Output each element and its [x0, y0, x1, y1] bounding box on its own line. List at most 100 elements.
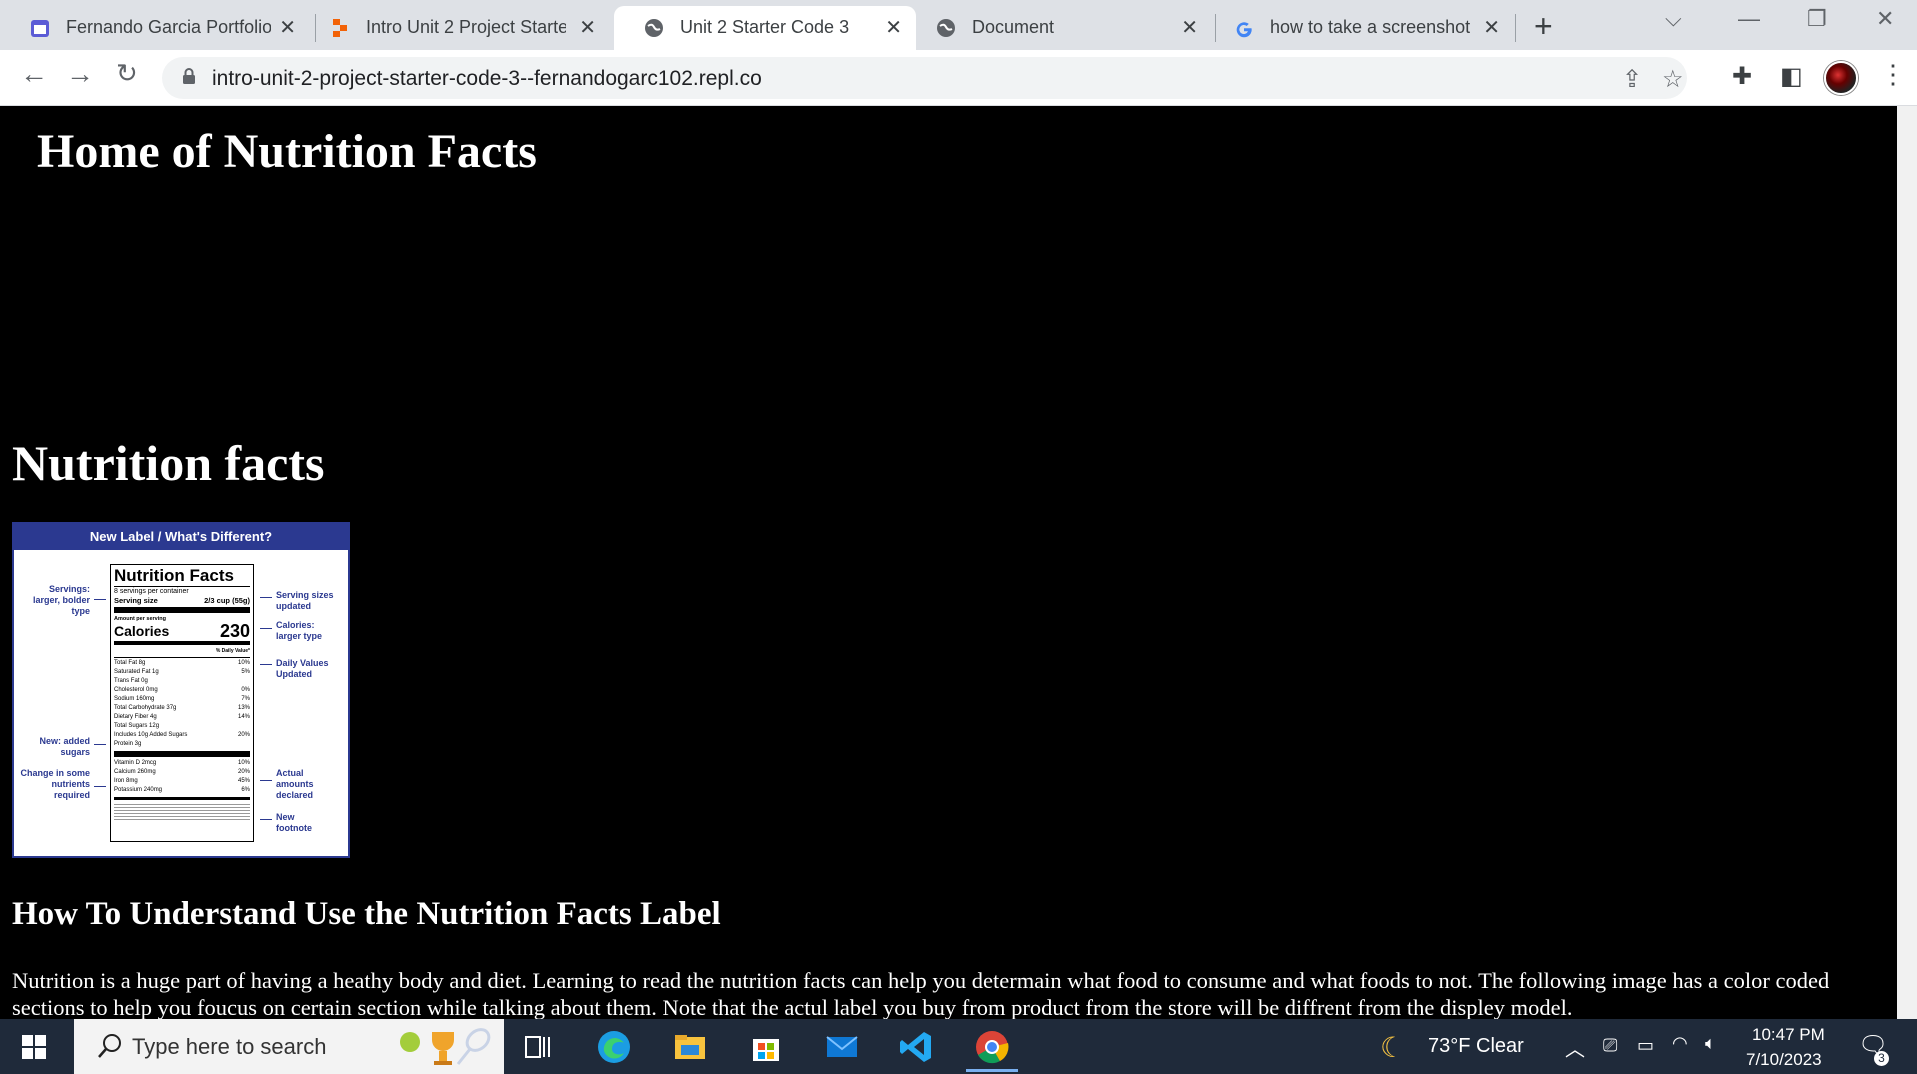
tab-separator	[1515, 14, 1516, 42]
show-hidden-icons-chevron-icon[interactable]: ︿	[1565, 1033, 1585, 1062]
minimize-button[interactable]: —	[1738, 6, 1760, 32]
close-window-button[interactable]: ✕	[1876, 6, 1894, 32]
intro-paragraph: Nutrition is a huge part of having a hea…	[12, 968, 1830, 1020]
nutrient-value: 20%	[237, 732, 250, 738]
clock-time[interactable]: 10:47 PM	[1752, 1025, 1825, 1045]
close-icon[interactable]: ✕	[579, 15, 596, 40]
nutrient-value: 20%	[237, 769, 250, 775]
nutrient-value: 10%	[237, 760, 250, 766]
back-arrow-icon[interactable]: ←	[20, 58, 48, 90]
search-placeholder: Type here to search	[132, 1034, 327, 1059]
nutrient-value: 0%	[241, 687, 250, 693]
nutrient-row: Saturated Fat 1g 5%	[114, 668, 250, 677]
nutrient-row: Dietary Fiber 4g 14%	[114, 713, 250, 722]
how-to-heading: How To Understand Use the Nutrition Fact…	[12, 896, 721, 932]
nutrient-row: Trans Fat 0g	[114, 677, 250, 686]
callout-nutrients-required: Change in some nutrients required	[20, 768, 90, 800]
extensions-puzzle-icon[interactable]: ✚	[1732, 62, 1752, 91]
volume-muted-icon[interactable]: 🔈︎	[1705, 1033, 1716, 1054]
page-scrollbar[interactable]	[1897, 106, 1917, 1019]
close-icon[interactable]: ✕	[279, 15, 296, 40]
tab-title: Intro Unit 2 Project Starter	[366, 17, 566, 37]
moon-weather-icon[interactable]: ☾	[1380, 1031, 1405, 1064]
callout-calories: Calories: larger type	[276, 620, 323, 641]
profile-avatar[interactable]	[1824, 61, 1858, 95]
callout-serving-sizes: Serving sizes updated	[276, 590, 334, 611]
new-tab-button[interactable]: +	[1534, 8, 1553, 45]
tab-title: how to take a screenshot	[1270, 17, 1470, 37]
nutrient-value: 5%	[241, 669, 250, 675]
calories-label: Calories	[114, 623, 170, 639]
tab-search-chevron-icon[interactable]: ⌵	[1665, 6, 1682, 32]
footnote-lines	[114, 802, 250, 820]
nutrient-label: Saturated Fat 1g	[114, 669, 159, 675]
nutrition-label-image: New Label / What's Different? Nutrition …	[12, 522, 350, 858]
tab-title: Unit 2 Starter Code 3	[680, 17, 850, 37]
tab-portfolio[interactable]: Fernando Garcia Portfolio ✕	[0, 6, 310, 50]
microsoft-store-icon[interactable]	[748, 1029, 784, 1065]
close-icon[interactable]: ✕	[1181, 15, 1198, 40]
nutrient-value: 6%	[241, 787, 250, 793]
battery-icon[interactable]: ▭	[1637, 1035, 1654, 1056]
mail-icon[interactable]	[824, 1029, 860, 1065]
calendar-icon	[31, 20, 49, 37]
menu-kebab-icon[interactable]: ⋮	[1880, 59, 1906, 90]
nutrient-value: 7%	[241, 696, 250, 702]
restore-button[interactable]: ❐	[1807, 6, 1827, 32]
reload-icon[interactable]: ↻	[116, 58, 138, 89]
nutrient-value: 45%	[237, 778, 250, 784]
forward-arrow-icon[interactable]: →	[66, 58, 94, 90]
nutrient-row: Includes 10g Added Sugars 20%	[114, 731, 250, 740]
search-icon	[98, 1034, 121, 1058]
nutrient-row: Total Fat 8g 10%	[114, 659, 250, 668]
wifi-icon[interactable]: ◠	[1672, 1033, 1688, 1054]
panel-title: Nutrition Facts	[114, 566, 234, 585]
task-view-icon[interactable]	[520, 1029, 556, 1065]
nutrient-label: Calcium 260mg	[114, 769, 156, 775]
edge-browser-icon[interactable]	[596, 1029, 632, 1065]
side-panel-icon[interactable]: ◧	[1780, 62, 1803, 91]
lock-icon[interactable]	[182, 67, 196, 85]
label-image-header: New Label / What's Different?	[14, 524, 348, 550]
vitamin-rows: Vitamin D 2mcg 10% Calcium 260mg 20% Iron 8m…	[114, 759, 250, 795]
callout-actual-amounts: Actual amounts declared	[276, 768, 314, 800]
daily-value-header: % Daily Value*	[215, 648, 250, 654]
close-icon[interactable]: ✕	[1483, 15, 1500, 40]
nutrient-rows: Total Fat 8g 10% Saturated Fat 1g 5% Trans F…	[114, 659, 250, 749]
weather-text[interactable]: 73°F Clear	[1428, 1035, 1524, 1058]
tab-document[interactable]: Document ✕	[906, 6, 1212, 50]
tab-unit-2-starter[interactable]: Unit 2 Starter Code 3 ✕	[614, 6, 916, 50]
bookmark-star-icon[interactable]: ☆	[1662, 65, 1684, 94]
tab-title: Fernando Garcia Portfolio	[66, 17, 271, 37]
callout-servings: Servings: larger, bolder type	[32, 584, 90, 616]
nutrient-label: Sodium 160mg	[114, 696, 155, 702]
nutrient-row: Calcium 260mg 20%	[114, 768, 250, 777]
tab-screenshot-search[interactable]: how to take a screenshot ✕	[1204, 6, 1514, 50]
nutrient-label: Protein 3g	[114, 741, 142, 747]
calories-value: 230	[219, 621, 250, 641]
chrome-icon[interactable]	[974, 1029, 1010, 1065]
close-icon[interactable]: ✕	[885, 15, 902, 40]
file-explorer-icon[interactable]	[672, 1029, 708, 1065]
nutrient-label: Total Carbohydrate 37g	[114, 705, 177, 711]
vscode-icon[interactable]	[898, 1029, 934, 1065]
nutrient-label: Trans Fat 0g	[114, 678, 148, 684]
url-text[interactable]: intro-unit-2-project-starter-code-3--fer…	[212, 67, 762, 91]
globe-icon	[645, 19, 663, 37]
tab-intro-unit-2[interactable]: Intro Unit 2 Project Starter ✕	[300, 6, 610, 50]
nutrient-value: 10%	[237, 660, 250, 666]
nutrient-label: Includes 10g Added Sugars	[114, 732, 188, 738]
callout-daily-values: Daily Values Updated	[276, 658, 329, 679]
clock-date[interactable]: 7/10/2023	[1746, 1050, 1822, 1070]
address-bar[interactable]: intro-unit-2-project-starter-code-3--fer…	[162, 57, 1687, 99]
meet-now-icon[interactable]: ⎚	[1603, 1035, 1617, 1056]
nutrient-row: Protein 3g	[114, 740, 250, 749]
taskbar-search-box[interactable]: Type here to search	[74, 1019, 504, 1074]
nutrient-row: Sodium 160mg 7%	[114, 695, 250, 704]
windows-start-icon[interactable]	[22, 1035, 46, 1059]
serving-size-label: Serving size	[114, 596, 158, 605]
share-icon[interactable]: ⇪	[1622, 65, 1642, 94]
tab-strip: Fernando Garcia Portfolio ✕ Intro Unit 2…	[0, 0, 1917, 50]
callout-new-footnote: New footnote	[276, 812, 312, 833]
replit-icon	[333, 19, 347, 37]
